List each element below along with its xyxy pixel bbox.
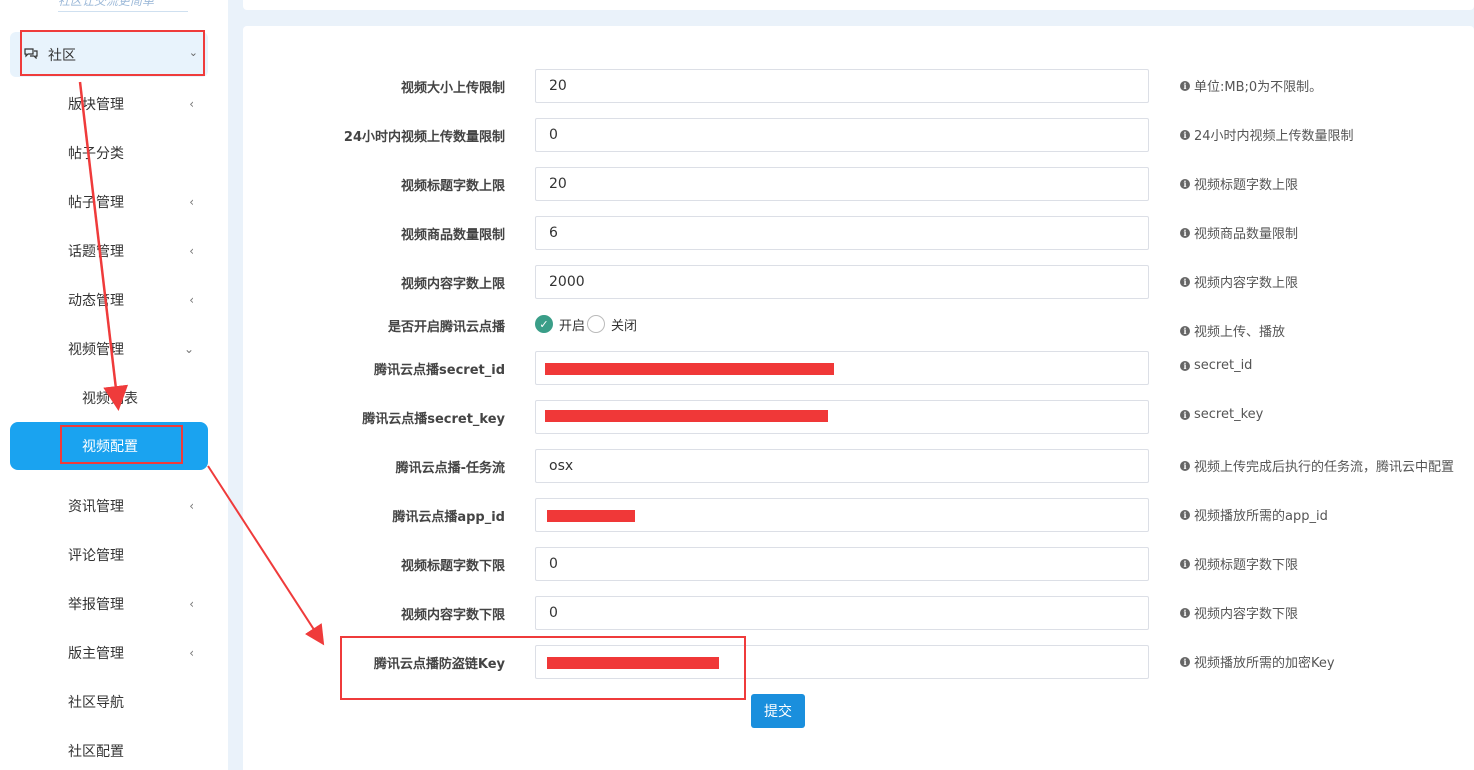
field-hint: i 视频播放所需的加密Key [1180, 652, 1335, 671]
field-hint: i 视频播放所需的app_id [1180, 505, 1328, 524]
info-icon: i [1180, 607, 1190, 618]
hint-text: 24小时内视频上传数量限制 [1194, 129, 1354, 144]
form-row-app-id: 腾讯云点播app_id i 视频播放所需的app_id [0, 498, 1474, 532]
field-label: 视频内容字数上限 [400, 277, 505, 292]
task-flow-input[interactable] [535, 449, 1149, 483]
hint-text: 视频上传完成后执行的任务流，腾讯云中配置 [1194, 460, 1455, 475]
field-hint: i secret_key [1180, 407, 1263, 422]
top-panel [243, 0, 1474, 10]
field-label: 腾讯云点播app_id [392, 510, 505, 525]
sidebar-item-label: 社区配置 [68, 744, 124, 760]
hint-text: 视频商品数量限制 [1194, 227, 1299, 242]
title-max-input[interactable] [535, 167, 1149, 201]
field-label: 腾讯云点播secret_key [362, 412, 505, 427]
field-label: 视频标题字数下限 [400, 559, 505, 574]
goods-limit-input[interactable] [535, 216, 1149, 250]
info-icon: i [1180, 325, 1190, 336]
field-hint: i 视频标题字数下限 [1180, 554, 1298, 573]
hint-text: 单位:MB;0为不限制。 [1194, 80, 1323, 95]
info-icon: i [1180, 178, 1190, 189]
sidebar-item-community-nav[interactable]: 社区导航 [10, 682, 208, 722]
sidebar-item-label: 社区导航 [68, 695, 124, 711]
hint-text: secret_key [1194, 407, 1264, 422]
field-label: 腾讯云点播-任务流 [395, 461, 505, 476]
field-label: 是否开启腾讯云点播 [387, 320, 505, 335]
info-icon: i [1180, 276, 1190, 287]
logo-slogan: 社区让交流更简单 [58, 0, 188, 12]
field-label: 视频商品数量限制 [400, 228, 505, 243]
radio-off-label: 关闭 [611, 318, 638, 334]
video-size-limit-input[interactable] [535, 69, 1149, 103]
info-icon: i [1180, 558, 1190, 569]
form-row-content-min: 视频内容字数下限 i 视频内容字数下限 [0, 596, 1474, 630]
field-hint: i 视频内容字数上限 [1180, 272, 1298, 291]
field-hint: i 视频标题字数上限 [1180, 174, 1298, 193]
info-icon: i [1180, 409, 1190, 420]
annotation-box-anti-leech [340, 636, 746, 700]
submit-button[interactable]: 提交 [751, 694, 805, 728]
form-row-secret-id: 腾讯云点播secret_id i secret_id [0, 351, 1474, 385]
redaction-mark [547, 510, 635, 522]
hint-text: 视频内容字数上限 [1194, 276, 1299, 291]
field-hint: i 视频上传完成后执行的任务流，腾讯云中配置 [1180, 456, 1454, 475]
field-hint: i 视频上传、播放 [1180, 321, 1285, 340]
field-label: 视频内容字数下限 [400, 608, 505, 623]
hint-text: 视频上传、播放 [1194, 325, 1286, 340]
sidebar-item-community-config[interactable]: 社区配置 [10, 731, 208, 770]
field-hint: i 视频商品数量限制 [1180, 223, 1298, 242]
field-hint: i 视频内容字数下限 [1180, 603, 1298, 622]
field-label: 24小时内视频上传数量限制 [343, 130, 505, 145]
info-icon: i [1180, 80, 1190, 91]
form-row-daily-upload-limit: 24小时内视频上传数量限制 i 24小时内视频上传数量限制 [0, 118, 1474, 152]
hint-text: 视频内容字数下限 [1194, 607, 1299, 622]
redaction-mark [545, 410, 828, 422]
daily-upload-limit-input[interactable] [535, 118, 1149, 152]
info-icon: i [1180, 656, 1190, 667]
field-hint: i 单位:MB;0为不限制。 [1180, 76, 1322, 95]
hint-text: 视频标题字数上限 [1194, 178, 1299, 193]
field-label: 视频标题字数上限 [400, 179, 505, 194]
form-row-content-max: 视频内容字数上限 i 视频内容字数上限 [0, 265, 1474, 299]
form-row-video-size-limit: 视频大小上传限制 i 单位:MB;0为不限制。 [0, 69, 1474, 103]
field-label: 腾讯云点播secret_id [374, 363, 505, 378]
redaction-mark [545, 363, 834, 375]
vod-enable-radio-group: ✓ 开启 关闭 [535, 314, 637, 334]
annotation-box-video-config [60, 425, 183, 464]
info-icon: i [1180, 509, 1190, 520]
form-row-vod-enable: 是否开启腾讯云点播 ✓ 开启 关闭 i 视频上传、播放 [0, 314, 1474, 348]
form-row-title-min: 视频标题字数下限 i 视频标题字数下限 [0, 547, 1474, 581]
form-row-goods-limit: 视频商品数量限制 i 视频商品数量限制 [0, 216, 1474, 250]
info-icon: i [1180, 129, 1190, 140]
content-min-input[interactable] [535, 596, 1149, 630]
content-max-input[interactable] [535, 265, 1149, 299]
form-row-secret-key: 腾讯云点播secret_key i secret_key [0, 400, 1474, 434]
info-icon: i [1180, 360, 1190, 371]
form-row-task-flow: 腾讯云点播-任务流 i 视频上传完成后执行的任务流，腾讯云中配置 [0, 449, 1474, 483]
hint-text: secret_id [1194, 358, 1253, 373]
radio-on-label: 开启 [559, 318, 586, 334]
field-hint: i secret_id [1180, 358, 1252, 373]
radio-off[interactable] [587, 315, 606, 333]
annotation-box-community [20, 30, 205, 76]
title-min-input[interactable] [535, 547, 1149, 581]
field-label: 视频大小上传限制 [400, 81, 505, 96]
form-row-title-max: 视频标题字数上限 i 视频标题字数上限 [0, 167, 1474, 201]
field-hint: i 24小时内视频上传数量限制 [1180, 125, 1354, 144]
radio-on[interactable]: ✓ [535, 315, 553, 333]
hint-text: 视频播放所需的加密Key [1194, 656, 1335, 671]
hint-text: 视频播放所需的app_id [1194, 509, 1328, 524]
hint-text: 视频标题字数下限 [1194, 558, 1299, 573]
info-icon: i [1180, 227, 1190, 238]
info-icon: i [1180, 460, 1190, 471]
